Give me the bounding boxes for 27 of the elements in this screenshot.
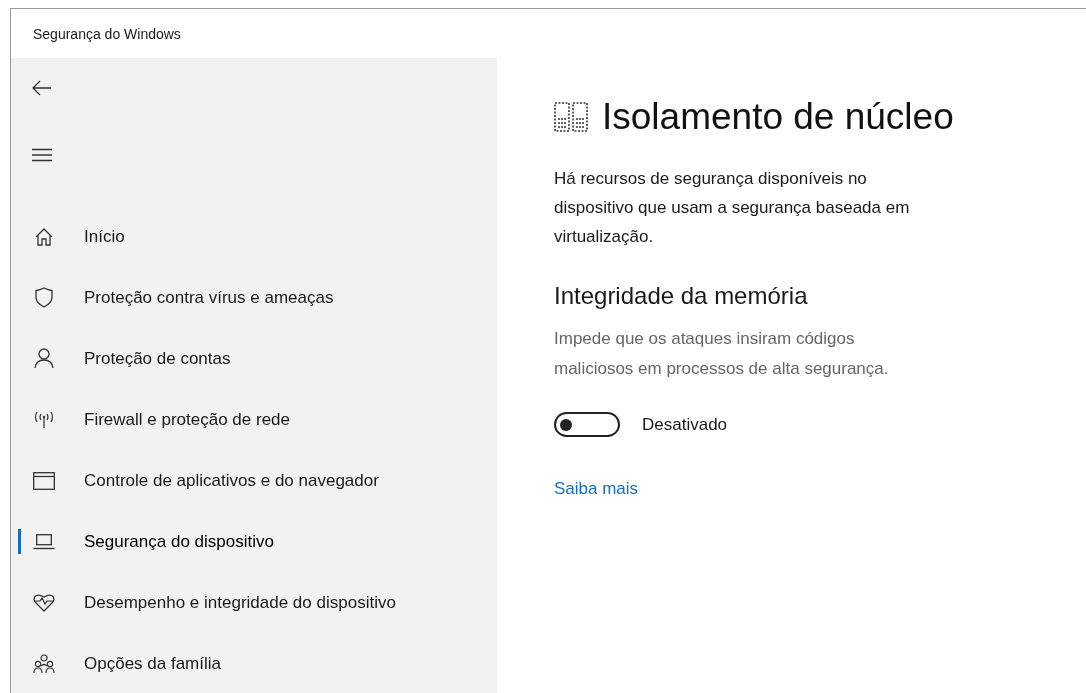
sidebar-item[interactable]: Controle de aplicativos e do navegador: [11, 450, 497, 511]
menu-icon: [32, 148, 52, 162]
window-icon: [33, 471, 55, 490]
core-isolation-icon: [554, 102, 588, 132]
laptop-icon: [33, 533, 55, 550]
sidebar-item[interactable]: Início: [11, 206, 497, 267]
antenna-icon: [33, 410, 55, 429]
person-icon: [34, 348, 54, 369]
window-title: Segurança do Windows: [33, 25, 181, 42]
toggle-switch[interactable]: [554, 412, 620, 437]
toggle-label: Desativado: [642, 414, 728, 435]
section-title: Integridade da memória: [554, 282, 809, 310]
sidebar-item[interactable]: Proteção contra vírus e ameaças: [11, 267, 497, 328]
sidebar-item[interactable]: Proteção de contas: [11, 328, 497, 389]
learn-more-link[interactable]: Saiba mais: [554, 479, 639, 499]
shield-icon: [35, 287, 53, 308]
page-title: Isolamento de núcleo: [602, 96, 954, 138]
sidebar-item[interactable]: Opções da família: [11, 633, 497, 693]
home-icon: [34, 226, 54, 247]
section-description: Impede que os ataques insiram códigos maliciosos em processos de alta segurança.: [554, 328, 890, 380]
heart-pulse-icon: [33, 593, 55, 612]
sidebar-item[interactable]: Firewall e proteção de rede: [11, 389, 497, 450]
sidebar-item[interactable]: Desempenho e integridade do dispositivo: [11, 572, 497, 633]
sidebar-item[interactable]: Segurança do dispositivo: [11, 511, 497, 572]
page-description: Há recursos de segurança disponíveis no dispositivo que usam a segurança baseada em virtualização.: [554, 168, 911, 248]
back-arrow-icon: [32, 80, 52, 96]
family-icon: [33, 653, 55, 674]
